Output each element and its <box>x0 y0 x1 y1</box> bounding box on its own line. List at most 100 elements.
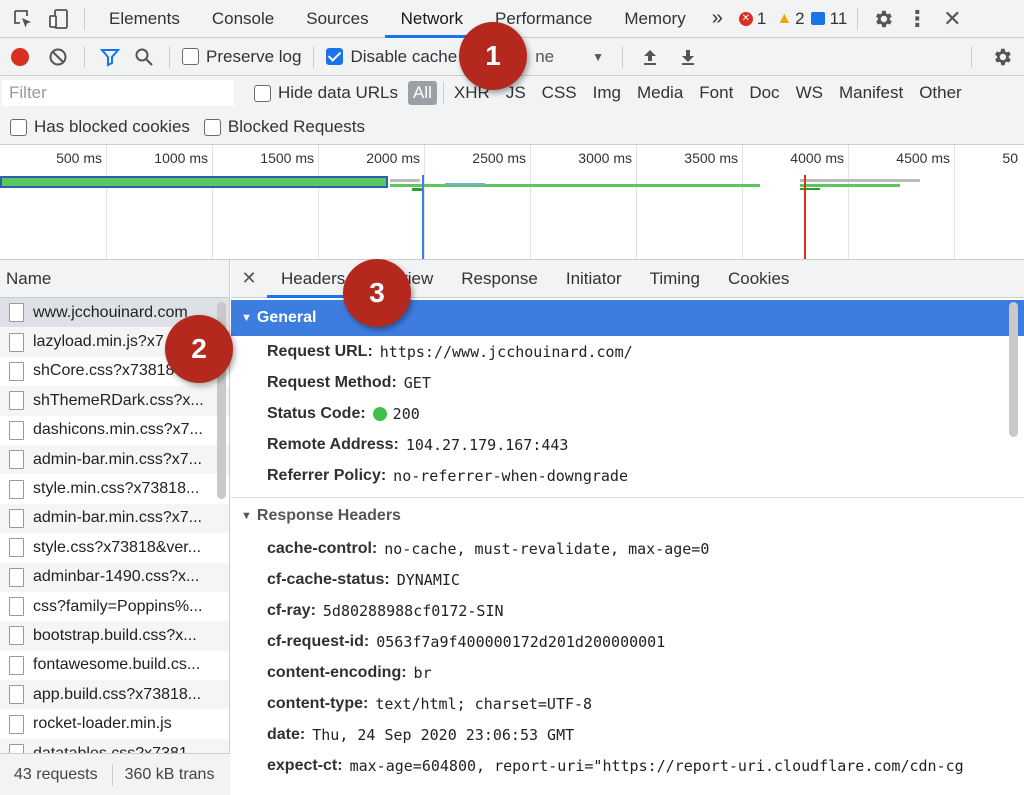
type-filter-media[interactable]: Media <box>629 83 691 103</box>
tab-elements[interactable]: Elements <box>93 0 196 38</box>
header-key: content-type: <box>267 694 369 712</box>
type-filter-img[interactable]: Img <box>585 83 629 103</box>
message-count-label: 11 <box>829 8 848 28</box>
tab-timing[interactable]: Timing <box>636 260 714 298</box>
tab-console[interactable]: Console <box>196 0 290 38</box>
file-icon <box>9 685 24 705</box>
timeline-request-bar <box>412 188 422 191</box>
hide-data-urls-checkbox[interactable]: Hide data URLs <box>254 83 398 103</box>
timeline-request-bar <box>800 179 920 182</box>
error-count[interactable]: ✕ 1 <box>738 9 766 29</box>
checkbox-unchecked <box>10 118 27 136</box>
search-icon[interactable] <box>127 38 161 76</box>
preserve-log-checkbox[interactable]: Preserve log <box>182 47 301 67</box>
response-header-row: cache-control: no-cache, must-revalidate,… <box>231 533 1024 564</box>
separator <box>971 45 972 68</box>
details-scrollbar[interactable] <box>1009 302 1018 437</box>
request-name: adminbar-1490.css?x... <box>33 568 200 586</box>
request-row[interactable]: adminbar-1490.css?x... <box>0 562 229 592</box>
request-row[interactable]: app.build.css?x73818... <box>0 680 229 710</box>
device-toolbar-icon[interactable] <box>42 0 76 38</box>
timeline-tick-label: 4000 ms <box>790 150 844 166</box>
record-button[interactable] <box>0 38 40 76</box>
header-key: date: <box>267 725 306 743</box>
request-row[interactable]: bootstrap.build.css?x... <box>0 621 229 651</box>
file-icon <box>9 655 24 675</box>
filter-input[interactable]: Filter <box>2 80 234 106</box>
tab-network[interactable]: Network <box>384 0 480 38</box>
hide-data-urls-label: Hide data URLs <box>278 83 399 102</box>
annotation-badge-3: 3 <box>343 259 411 327</box>
clear-icon[interactable] <box>40 38 76 76</box>
request-name: dashicons.min.css?x7... <box>33 421 203 439</box>
type-filter-other[interactable]: Other <box>911 83 970 103</box>
timeline-tick-label: 500 ms <box>56 150 102 166</box>
timeline-request-bar <box>800 188 820 190</box>
close-icon[interactable]: ✕ <box>934 0 970 38</box>
file-icon <box>9 714 24 734</box>
request-details-pane: ✕ Headers view Response Initiator Timing… <box>231 260 1024 795</box>
import-har-icon[interactable] <box>631 38 669 76</box>
request-row[interactable]: fontawesome.build.cs... <box>0 651 229 680</box>
tab-memory[interactable]: Memory <box>608 0 701 38</box>
disable-cache-checkbox[interactable]: Disable cache <box>326 47 457 67</box>
timeline-gridline <box>636 145 637 259</box>
header-value: br <box>413 663 432 682</box>
file-icon <box>9 479 24 499</box>
response-header-row: cf-cache-status: DYNAMIC <box>231 564 1024 595</box>
request-name: fontawesome.build.cs... <box>33 656 201 674</box>
request-name: www.jcchouinard.com <box>33 303 188 321</box>
triangle-down-icon: ▼ <box>241 312 252 324</box>
request-row[interactable]: admin-bar.min.css?x7... <box>0 503 229 534</box>
tab-initiator[interactable]: Initiator <box>552 260 636 298</box>
tab-cookies[interactable]: Cookies <box>714 260 803 298</box>
file-icon <box>9 332 24 352</box>
type-filter-css[interactable]: CSS <box>534 83 585 103</box>
request-row[interactable]: shThemeRDark.css?x... <box>0 386 229 416</box>
request-row[interactable]: css?family=Poppins%... <box>0 592 229 621</box>
throttling-select[interactable]: ne ▼ <box>535 47 604 67</box>
filter-icon[interactable] <box>93 38 127 76</box>
header-value: text/html; charset=UTF-8 <box>375 694 593 713</box>
request-name: admin-bar.min.css?x7... <box>33 450 202 468</box>
timeline-request-bar <box>445 183 485 185</box>
network-overview-timeline[interactable]: 500 ms 1000 ms 1500 ms 2000 ms 2500 ms 3… <box>0 145 1024 260</box>
gear-icon[interactable] <box>866 0 900 38</box>
more-tabs-button[interactable]: » <box>702 0 733 38</box>
warning-count[interactable]: ▲ 2 <box>776 9 804 29</box>
blocked-requests-checkbox[interactable]: Blocked Requests <box>203 117 365 137</box>
request-name: rocket-loader.min.js <box>33 715 172 733</box>
header-value: no-cache, must-revalidate, max-age=0 <box>384 539 710 558</box>
request-row[interactable]: dashicons.min.css?x7... <box>0 416 229 445</box>
kebab-menu-icon[interactable]: ⋮ <box>900 0 934 38</box>
request-row[interactable]: rocket-loader.min.js <box>0 709 229 738</box>
has-blocked-cookies-label: Has blocked cookies <box>34 117 190 136</box>
error-icon: ✕ <box>738 11 753 26</box>
has-blocked-cookies-checkbox[interactable]: Has blocked cookies <box>10 117 190 137</box>
export-har-icon[interactable] <box>669 38 707 76</box>
response-header-row: cf-ray: 5d80288988cf0172-SIN <box>231 595 1024 626</box>
type-filter-doc[interactable]: Doc <box>741 83 787 103</box>
type-filter-all[interactable]: All <box>408 81 437 105</box>
request-name: admin-bar.min.css?x7... <box>33 509 202 527</box>
response-headers-section-header[interactable]: ▼ Response Headers <box>231 497 1024 533</box>
name-column-header[interactable]: Name <box>0 260 229 298</box>
checkbox-checked <box>326 48 344 65</box>
message-count[interactable]: 11 <box>810 8 848 29</box>
checkbox-unchecked <box>203 118 221 136</box>
general-row: Request Method: GET <box>231 367 1024 398</box>
close-details-icon[interactable]: ✕ <box>231 268 267 289</box>
request-row[interactable]: style.css?x73818&ver... <box>0 533 229 562</box>
separator <box>857 7 859 30</box>
network-settings-gear-icon[interactable] <box>980 38 1024 76</box>
type-filter-ws[interactable]: WS <box>788 83 831 103</box>
tab-response[interactable]: Response <box>447 260 552 298</box>
request-name: app.build.css?x73818... <box>33 685 202 703</box>
message-icon <box>810 12 825 25</box>
request-row[interactable]: admin-bar.min.css?x7... <box>0 444 229 475</box>
tab-sources[interactable]: Sources <box>290 0 384 38</box>
type-filter-manifest[interactable]: Manifest <box>831 83 911 103</box>
request-row[interactable]: style.min.css?x73818... <box>0 474 229 503</box>
type-filter-font[interactable]: Font <box>691 83 741 103</box>
inspect-element-icon[interactable] <box>4 0 42 38</box>
